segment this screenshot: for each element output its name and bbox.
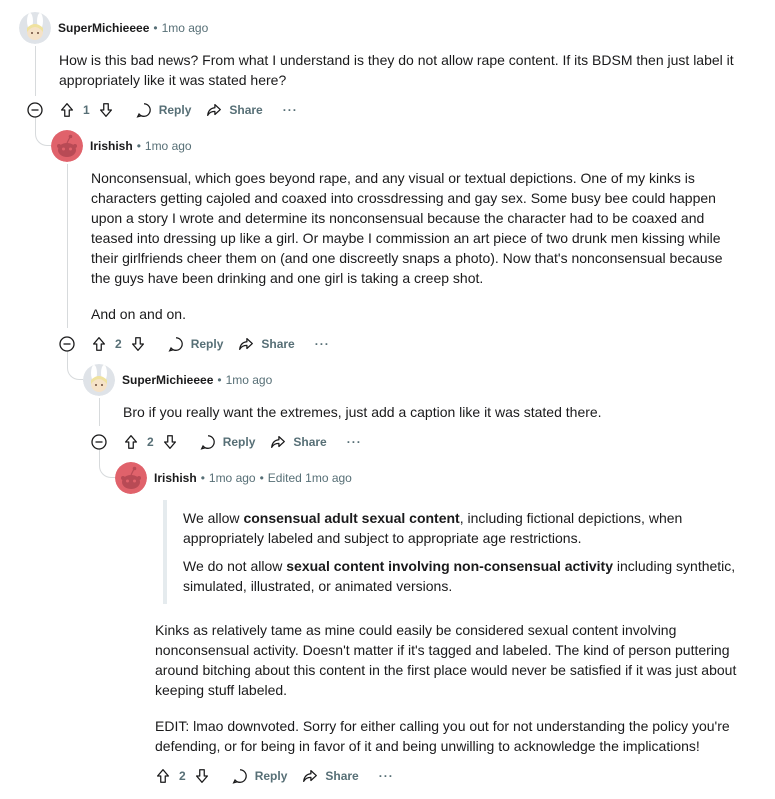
reply-label: Reply: [254, 769, 288, 783]
upvote-icon[interactable]: [154, 767, 172, 785]
comment-body: How is this bad news? From what I unders…: [59, 50, 749, 90]
thread-elbow: [99, 448, 115, 478]
comment-header: Irishish • 1mo ago: [51, 130, 192, 162]
user-avatar[interactable]: [19, 12, 51, 44]
share-label: Share: [229, 103, 263, 117]
comment-paragraph: Bro if you really want the extremes, jus…: [123, 404, 602, 420]
author-name[interactable]: SuperMichieeee: [122, 373, 213, 387]
separator-dot: •: [153, 21, 158, 35]
user-avatar[interactable]: [83, 364, 115, 396]
vote-score: 1: [83, 103, 90, 117]
share-label: Share: [261, 337, 295, 351]
comment-header: SuperMichieeee • 1mo ago: [83, 364, 272, 396]
comment-header: Irishish • 1mo ago • Edited 1mo ago: [115, 462, 352, 494]
user-avatar[interactable]: [51, 130, 83, 162]
reply-button[interactable]: Reply: [135, 101, 192, 119]
thread-line: [35, 46, 36, 96]
thread-line: [67, 164, 68, 328]
reply-button[interactable]: Reply: [199, 433, 256, 451]
share-button[interactable]: Share: [237, 335, 295, 353]
comment-body: We allow consensual adult sexual content…: [163, 500, 743, 604]
comment-timestamp[interactable]: 1mo ago: [145, 139, 192, 153]
more-options-icon[interactable]: ···: [347, 435, 362, 449]
share-button[interactable]: Share: [205, 101, 263, 119]
comment-timestamp[interactable]: 1mo ago: [226, 373, 273, 387]
author-name[interactable]: Irishish: [90, 139, 133, 153]
separator-dot: •: [259, 471, 264, 485]
thread-elbow: [67, 350, 83, 380]
collapse-icon[interactable]: [59, 336, 75, 352]
vote-score: 2: [179, 769, 186, 783]
comment-timestamp[interactable]: 1mo ago: [162, 21, 209, 35]
comment-actions: 2 Reply Share ···: [154, 764, 394, 788]
collapse-icon[interactable]: [27, 102, 43, 118]
comment-paragraph: How is this bad news? From what I unders…: [59, 52, 734, 88]
reply-icon: [200, 435, 215, 450]
comment-actions: 2 Reply Share ···: [90, 332, 330, 356]
comment-header: SuperMichieeee • 1mo ago: [19, 12, 208, 44]
share-icon: [207, 103, 222, 117]
thread-elbow: [35, 116, 51, 146]
separator-dot: •: [200, 471, 205, 485]
reply-button[interactable]: Reply: [231, 767, 288, 785]
share-icon: [271, 435, 286, 449]
comment-timestamp[interactable]: 1mo ago: [209, 471, 256, 485]
reply-label: Reply: [222, 435, 256, 449]
reply-label: Reply: [158, 103, 192, 117]
downvote-icon[interactable]: [97, 101, 115, 119]
comment-body: Kinks as relatively tame as mine could e…: [155, 620, 745, 756]
vote-score: 2: [115, 337, 122, 351]
quote-paragraph: We do not allow sexual content involving…: [183, 558, 736, 594]
share-button[interactable]: Share: [269, 433, 327, 451]
downvote-icon[interactable]: [129, 335, 147, 353]
vote-score: 2: [147, 435, 154, 449]
comment-body: Bro if you really want the extremes, jus…: [123, 402, 743, 422]
more-options-icon[interactable]: ···: [379, 769, 394, 783]
reply-icon: [232, 769, 247, 784]
comment-actions: 1 Reply Share ···: [58, 98, 298, 122]
upvote-icon[interactable]: [90, 335, 108, 353]
more-options-icon[interactable]: ···: [315, 337, 330, 351]
downvote-icon[interactable]: [193, 767, 211, 785]
more-options-icon[interactable]: ···: [283, 103, 298, 117]
thread-line: [99, 398, 100, 426]
comment-paragraph: Kinks as relatively tame as mine could e…: [155, 622, 737, 698]
upvote-icon[interactable]: [58, 101, 76, 119]
comment-paragraph: EDIT: lmao downvoted. Sorry for either c…: [155, 718, 730, 754]
downvote-icon[interactable]: [161, 433, 179, 451]
quote-paragraph: We allow consensual adult sexual content…: [183, 510, 683, 546]
share-label: Share: [293, 435, 327, 449]
comment-body: Nonconsensual, which goes beyond rape, a…: [91, 168, 736, 324]
edited-label: Edited 1mo ago: [267, 471, 352, 485]
separator-dot: •: [217, 373, 222, 387]
reply-button[interactable]: Reply: [167, 335, 224, 353]
comment-paragraph: Nonconsensual, which goes beyond rape, a…: [91, 170, 723, 286]
comment-actions: 2 Reply Share ···: [122, 430, 362, 454]
user-avatar[interactable]: [115, 462, 147, 494]
separator-dot: •: [136, 139, 141, 153]
share-icon: [303, 769, 318, 783]
share-label: Share: [325, 769, 359, 783]
share-icon: [239, 337, 254, 351]
reply-label: Reply: [190, 337, 224, 351]
upvote-icon[interactable]: [122, 433, 140, 451]
reply-icon: [168, 337, 183, 352]
author-name[interactable]: Irishish: [154, 471, 197, 485]
blockquote: We allow consensual adult sexual content…: [163, 500, 743, 604]
share-button[interactable]: Share: [301, 767, 359, 785]
author-name[interactable]: SuperMichieeee: [58, 21, 149, 35]
collapse-icon[interactable]: [91, 434, 107, 450]
reply-icon: [136, 103, 151, 118]
comment-paragraph: And on and on.: [91, 306, 186, 322]
